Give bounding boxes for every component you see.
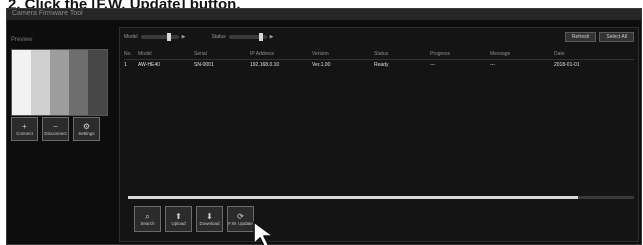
main-panel: Model ▶ Status ▶ Refresh Select All No. M… — [119, 27, 639, 242]
connect-button[interactable]: + Connect — [11, 117, 38, 141]
preview-image — [11, 49, 108, 116]
refresh-button[interactable]: Refresh — [564, 32, 597, 42]
download-button[interactable]: ⬇ Download — [196, 206, 223, 232]
progress-fill — [128, 196, 579, 199]
download-button-label: Download — [199, 220, 220, 226]
preview-color-bar — [12, 50, 31, 115]
column-header[interactable]: Model — [138, 50, 194, 59]
table-cell: 2018-01-01 — [554, 62, 580, 68]
preview-color-bar — [50, 50, 69, 115]
filter-row: Model ▶ Status ▶ — [124, 32, 274, 42]
search-button-label: Search — [140, 220, 155, 226]
column-header[interactable]: Serial — [194, 50, 250, 59]
filter-label-status: Status — [211, 34, 226, 40]
table-cell: 1 — [124, 62, 127, 68]
settings-button-label: Settings — [78, 130, 95, 136]
slider-arrow-icon[interactable]: ▶ — [182, 34, 186, 40]
preview-color-bar — [31, 50, 50, 115]
status-slider[interactable] — [228, 33, 267, 41]
table-cell: 192.168.0.10 — [250, 62, 280, 68]
update-icon: ⟳ — [237, 211, 244, 221]
filter-label-model: Model — [124, 34, 138, 40]
top-right-buttons: Refresh Select All — [564, 32, 634, 42]
slider-knob[interactable] — [166, 33, 171, 41]
preview-color-bar — [88, 50, 107, 115]
title-bar: Camera Firmware Tool — [7, 9, 641, 20]
bottom-button-group: ⌕ Search ⬆ Upload ⬇ Download ⟳ F.W. Upda… — [134, 206, 254, 232]
column-header[interactable]: Progress — [430, 50, 490, 59]
left-button-group: + Connect − Disconnect ⚙ Settings — [11, 117, 100, 141]
device-table: No. Model Serial IP Address Version Status Pro… — [124, 50, 634, 70]
column-header[interactable]: Message — [490, 50, 554, 59]
upload-button[interactable]: ⬆ Upload — [165, 206, 192, 232]
download-icon: ⬇ — [206, 211, 213, 221]
table-cell: --- — [430, 62, 435, 68]
select-all-button[interactable]: Select All — [599, 32, 634, 42]
table-row[interactable]: 1 AW-HE40 SN-0001 192.168.0.10 Ver.1.00 Ready… — [124, 60, 634, 70]
fw-update-button[interactable]: ⟳ F.W. Update — [227, 206, 254, 232]
table-cell: Ver.1.00 — [312, 62, 331, 68]
upload-icon: ⬆ — [175, 211, 182, 221]
table-body: 1 AW-HE40 SN-0001 192.168.0.10 Ver.1.00 Ready… — [124, 60, 634, 70]
app-window: Camera Firmware Tool Preview + Connect −… — [6, 8, 642, 245]
mouse-pointer-icon — [253, 221, 274, 245]
column-header[interactable]: IP Address — [250, 50, 312, 59]
disconnect-button[interactable]: − Disconnect — [42, 117, 69, 141]
table-cell: AW-HE40 — [138, 62, 160, 68]
upload-button-label: Upload — [171, 220, 186, 226]
table-cell: SN-0001 — [194, 62, 214, 68]
column-header[interactable]: No. — [124, 50, 138, 59]
preview-color-bar — [69, 50, 88, 115]
search-button[interactable]: ⌕ Search — [134, 206, 161, 232]
model-slider[interactable] — [140, 33, 179, 41]
search-icon: ⌕ — [145, 211, 150, 221]
plus-icon: + — [22, 121, 27, 131]
preview-label: Preview — [11, 37, 33, 43]
slider-arrow-icon[interactable]: ▶ — [270, 34, 274, 40]
connect-button-label: Connect — [16, 130, 33, 136]
column-header[interactable]: Version — [312, 50, 374, 59]
page: 2. Click the [F.W. Update] button. Camer… — [0, 0, 643, 245]
disconnect-button-label: Disconnect — [44, 130, 67, 136]
slider-knob[interactable] — [258, 33, 263, 41]
window-title: Camera Firmware Tool — [12, 10, 83, 17]
column-header[interactable]: Status — [374, 50, 430, 59]
table-cell: --- — [490, 62, 495, 68]
fw-update-button-label: F.W. Update — [228, 220, 253, 226]
table-cell: Ready — [374, 62, 389, 68]
minus-icon: − — [53, 121, 58, 131]
column-header[interactable]: Date — [554, 50, 608, 59]
table-header: No. Model Serial IP Address Version Status Pro… — [124, 50, 634, 60]
gear-icon: ⚙ — [82, 121, 91, 131]
settings-button[interactable]: ⚙ Settings — [73, 117, 100, 141]
progress-bar — [128, 196, 634, 199]
